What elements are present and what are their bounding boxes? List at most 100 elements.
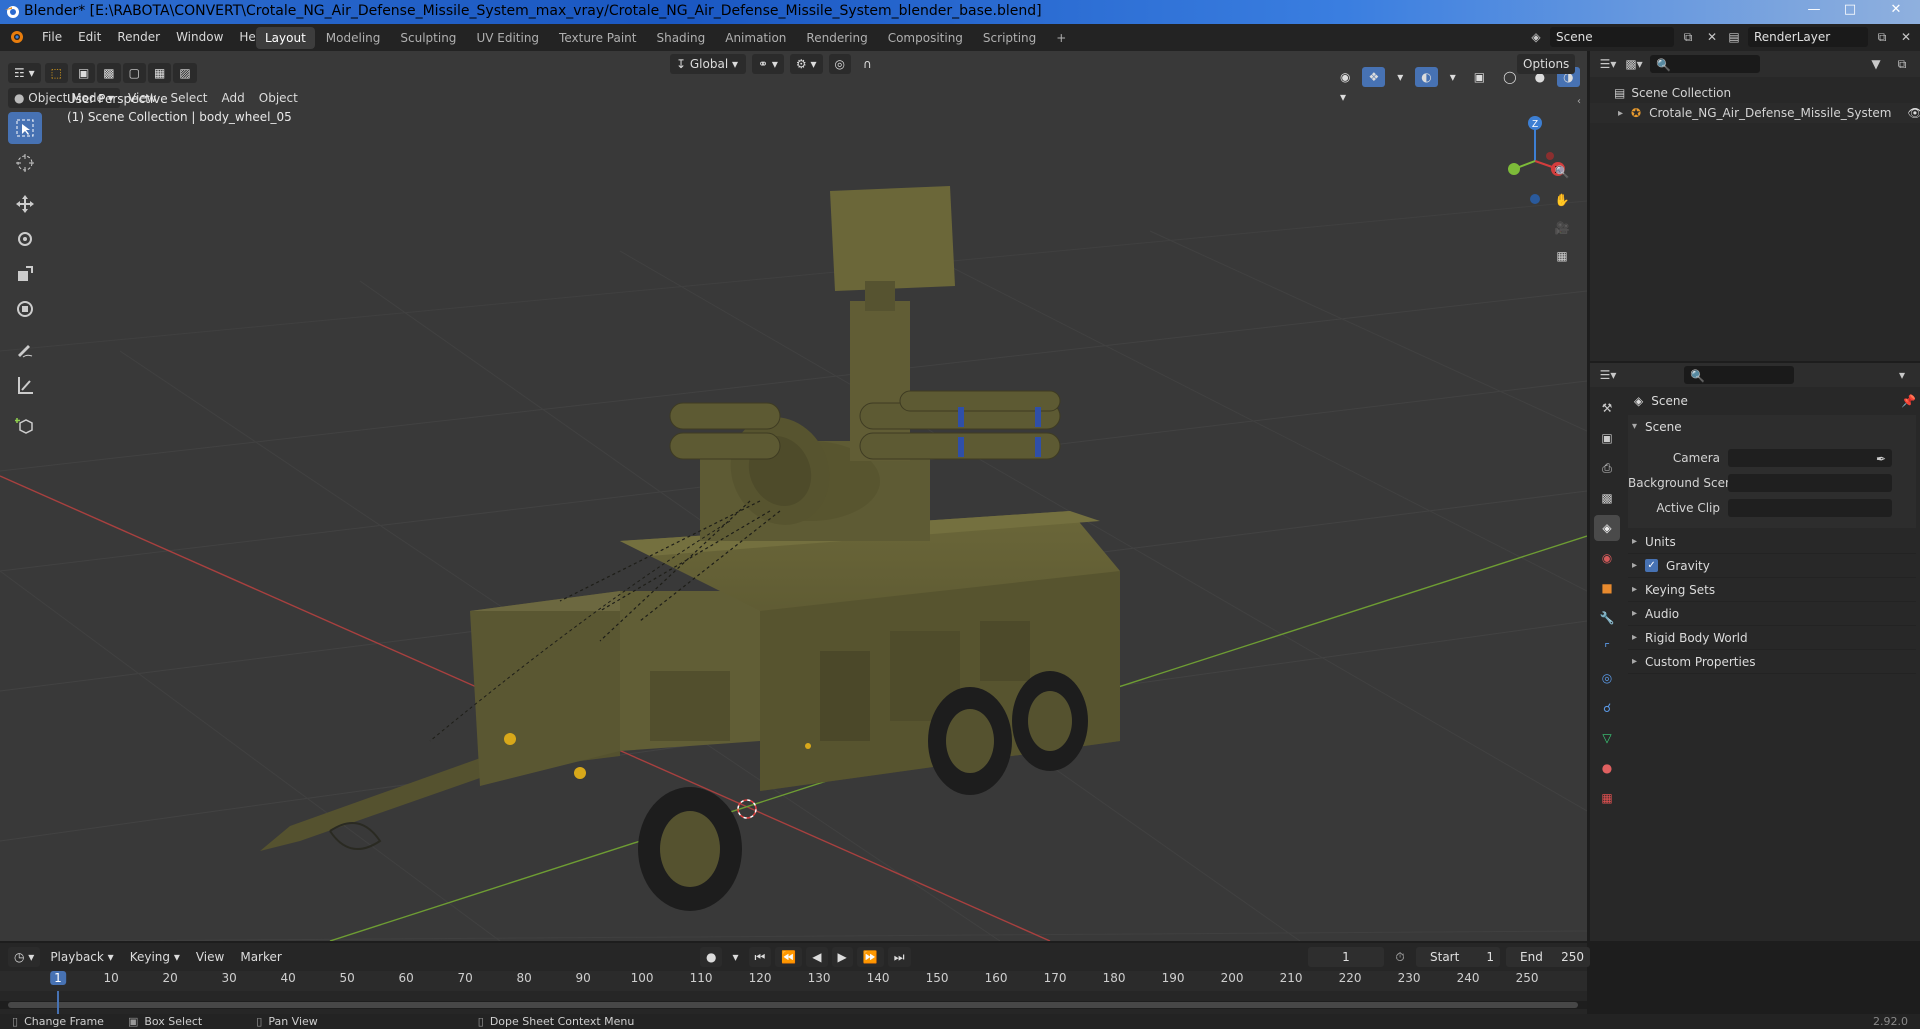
jump-end-icon[interactable]: ⏭ xyxy=(887,947,911,967)
current-frame-field[interactable]: 1 xyxy=(1308,947,1384,967)
scene-icon[interactable]: ◈ xyxy=(1594,515,1620,541)
tab-modeling[interactable]: Modeling xyxy=(317,27,390,49)
minimize-icon[interactable]: — xyxy=(1800,0,1828,20)
panel-gravity[interactable]: ▸ ✓ Gravity xyxy=(1628,554,1916,578)
tab-scripting[interactable]: Scripting xyxy=(974,27,1045,49)
tab-shading[interactable]: Shading xyxy=(647,27,714,49)
view-layer-browse-icon[interactable]: ▤ xyxy=(1724,27,1744,47)
tab-compositing[interactable]: Compositing xyxy=(879,27,972,49)
xray-toggle-icon[interactable]: ▣ xyxy=(1468,67,1491,87)
scene-new-icon[interactable]: ⧉ xyxy=(1678,27,1698,47)
gravity-checkbox[interactable]: ✓ xyxy=(1645,559,1659,572)
background-scene-field[interactable] xyxy=(1728,473,1892,492)
rotate-icon[interactable] xyxy=(8,223,42,255)
tab-animation[interactable]: Animation xyxy=(716,27,795,49)
material-icon[interactable]: ● xyxy=(1594,755,1620,781)
pivot-point-icon[interactable]: ⚭ ▾ xyxy=(752,54,784,74)
outliner-filter-icon[interactable]: ▼ xyxy=(1866,54,1886,74)
output-icon[interactable]: ⎙ xyxy=(1594,455,1620,481)
scale-icon[interactable] xyxy=(8,258,42,290)
properties-options-icon[interactable]: ▾ xyxy=(1892,365,1912,385)
data-icon[interactable]: ▽ xyxy=(1594,725,1620,751)
panel-audio[interactable]: ▸ Audio xyxy=(1628,602,1916,626)
viewport-menu-select[interactable]: Select xyxy=(164,88,213,108)
close-icon[interactable]: ✕ xyxy=(1876,0,1916,20)
timeline-menu-view[interactable]: View xyxy=(190,947,230,967)
jump-keyframe-forward-icon[interactable]: ⏩ xyxy=(856,947,884,967)
menu-window[interactable]: Window xyxy=(168,26,231,48)
tab-rendering[interactable]: Rendering xyxy=(797,27,876,49)
timeline-menu-playback[interactable]: Playback ▾ xyxy=(44,947,119,967)
auto-keying-icon[interactable]: ● xyxy=(700,947,723,967)
select-new-icon[interactable]: ▣ xyxy=(71,63,96,83)
outliner-root-label[interactable]: Scene Collection xyxy=(1631,86,1731,100)
object-icon[interactable]: ■ xyxy=(1594,575,1620,601)
select-invert-icon[interactable]: ▦ xyxy=(147,63,172,83)
select-intersect-icon[interactable]: ▨ xyxy=(173,63,197,83)
visibility-icon[interactable]: ◉ ▾ xyxy=(1334,67,1356,104)
select-subtract-icon[interactable]: ▢ xyxy=(122,63,146,83)
play-icon[interactable]: ▶ xyxy=(831,947,853,967)
constraints-icon[interactable]: ☌ xyxy=(1594,695,1620,721)
panel-custom-properties[interactable]: ▸ Custom Properties xyxy=(1628,650,1916,674)
options-button[interactable]: Options xyxy=(1517,54,1576,74)
transform-orientation-dropdown[interactable]: ↧ Global ▾ xyxy=(670,54,746,74)
menu-render[interactable]: Render xyxy=(109,26,168,48)
outliner-display-mode-icon[interactable]: ▩▾ xyxy=(1624,54,1644,74)
annotate-icon[interactable] xyxy=(8,334,42,366)
view-layer-field[interactable]: RenderLayer xyxy=(1748,27,1868,47)
properties-editor-type-icon[interactable]: ☰▾ xyxy=(1598,365,1618,385)
add-workspace-button[interactable]: + xyxy=(1047,27,1075,49)
transform-icon[interactable] xyxy=(8,293,42,325)
tab-sculpting[interactable]: Sculpting xyxy=(391,27,465,49)
view-layer-new-icon[interactable]: ⧉ xyxy=(1872,27,1892,47)
menu-file[interactable]: File xyxy=(34,26,70,48)
render-icon[interactable]: ▣ xyxy=(1594,425,1620,451)
view-layer-delete-icon[interactable]: ✕ xyxy=(1896,27,1916,47)
scene-name-field[interactable]: Scene xyxy=(1550,27,1674,47)
tab-uv-editing[interactable]: UV Editing xyxy=(467,27,548,49)
gizmo-dropdown-icon[interactable]: ▾ xyxy=(1391,67,1409,87)
outliner-new-collection-icon[interactable]: ⧉ xyxy=(1892,54,1912,74)
view-layer-icon[interactable]: ▩ xyxy=(1594,485,1620,511)
falloff-icon[interactable]: ∩ xyxy=(857,54,878,74)
move-icon[interactable] xyxy=(8,188,42,220)
eyedropper-icon[interactable]: ✒ xyxy=(1876,449,1886,469)
measure-icon[interactable] xyxy=(8,369,42,401)
play-reverse-icon[interactable]: ◀ xyxy=(806,947,828,967)
proportional-edit-icon[interactable]: ◎ xyxy=(828,54,851,74)
active-clip-field[interactable] xyxy=(1728,498,1892,517)
gizmo-toggle-icon[interactable]: ❖ xyxy=(1362,67,1386,87)
pan-hand-icon[interactable]: ✋ xyxy=(1548,186,1576,214)
camera-field[interactable]: ✒ xyxy=(1728,448,1892,469)
3d-viewport[interactable]: ☶ ▾ ⬚ ▣ ▩ ▢ ▦ ▨ ● Object Mode ▾ View Sel… xyxy=(0,51,1587,941)
timeline-scroll-thumb[interactable] xyxy=(8,1002,1578,1008)
sidebar-toggle-icon[interactable]: ‹ xyxy=(1577,96,1581,107)
modifier-icon[interactable]: 🔧 xyxy=(1594,605,1620,631)
section-collapse-arrow-icon[interactable]: ▾ xyxy=(1632,415,1637,439)
scene-delete-icon[interactable]: ✕ xyxy=(1702,27,1722,47)
tab-texture-paint[interactable]: Texture Paint xyxy=(550,27,645,49)
visibility-eye-icon[interactable]: 👁 xyxy=(1907,106,1920,120)
preview-range-icon[interactable]: ⏱ xyxy=(1390,947,1410,967)
start-frame-field[interactable]: Start 1 xyxy=(1416,947,1500,967)
scene-section-title[interactable]: Scene xyxy=(1645,415,1682,439)
timeline-menu-keying[interactable]: Keying ▾ xyxy=(124,947,186,967)
viewport-menu-object[interactable]: Object xyxy=(253,88,304,108)
cursor-icon[interactable] xyxy=(8,147,42,179)
keying-set-dropdown-icon[interactable]: ▾ xyxy=(726,947,744,967)
properties-search-input[interactable]: 🔍 xyxy=(1684,366,1794,384)
camera-view-icon[interactable]: 🎥 xyxy=(1548,214,1576,242)
tool-icon[interactable]: ⚒ xyxy=(1594,395,1620,421)
jump-start-icon[interactable]: ⏮ xyxy=(748,947,772,967)
select-box-icon[interactable] xyxy=(8,112,42,144)
panel-rigid-body-world[interactable]: ▸ Rigid Body World xyxy=(1628,626,1916,650)
end-frame-field[interactable]: End 250 xyxy=(1506,947,1590,967)
timeline-editor-type-icon[interactable]: ◷ ▾ xyxy=(8,947,41,967)
select-mode-button[interactable]: ⬚ xyxy=(44,63,68,83)
overlay-dropdown-icon[interactable]: ▾ xyxy=(1444,67,1462,87)
texture-icon[interactable]: ▦ xyxy=(1594,785,1620,811)
add-cube-icon[interactable] xyxy=(8,410,42,442)
tab-layout[interactable]: Layout xyxy=(256,27,315,49)
outliner-editor-type-icon[interactable]: ☰▾ xyxy=(1598,54,1618,74)
